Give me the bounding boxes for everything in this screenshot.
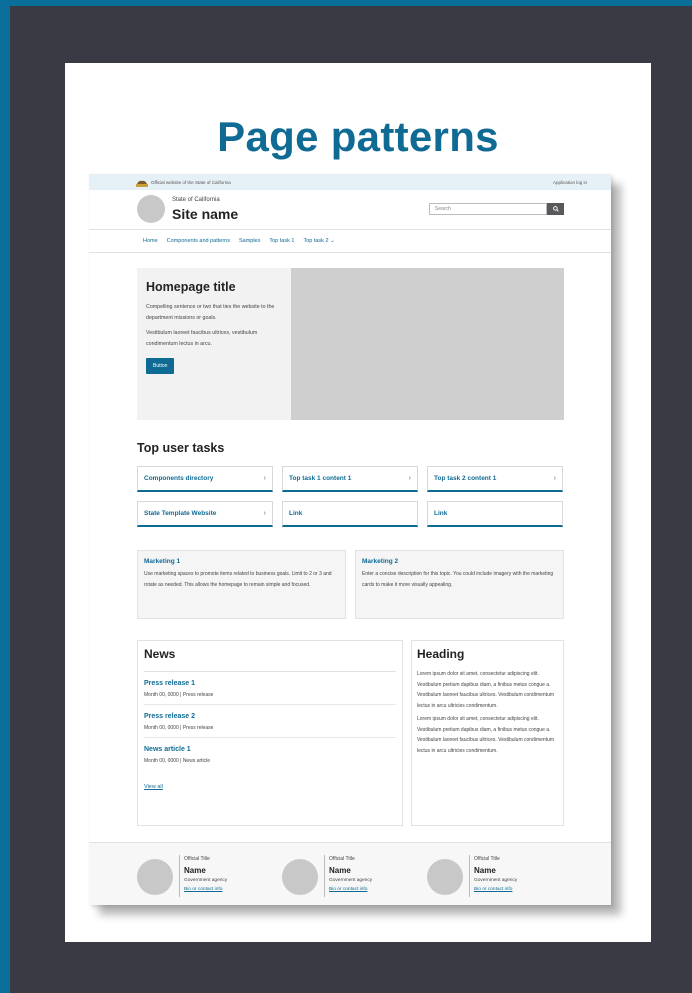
news-title: News [144,647,396,672]
news-item-meta: Month 00, 0000 | Press release [144,725,214,731]
official-agency: Government agency [329,878,373,883]
chevron-right-icon: › [263,510,266,517]
official-card: Official Title Name Government agency Bi… [427,853,567,899]
official-title: Official Title [474,856,500,862]
official-banner: Official website of the State of Califor… [89,174,611,190]
task-label: State Template Website [144,510,217,517]
california-bear-icon [136,180,148,187]
side-heading: Heading [417,647,465,661]
homepage-button[interactable]: Button [146,358,175,374]
marketing-card[interactable]: Marketing 1 Use marketing spaces to prom… [137,550,346,619]
site-header: State of California Site name Search [89,190,611,230]
news-panel: News Press release 1 Month 00, 0000 | Pr… [137,640,403,826]
logo-placeholder[interactable] [137,195,165,223]
side-paragraph: Lorem ipsum dolor sit amet, consectetur … [417,716,555,754]
nav-item-samples[interactable]: Samples [239,238,260,244]
search-button[interactable] [547,203,564,215]
task-label: Link [434,510,448,517]
official-title: Official Title [329,856,355,862]
avatar [282,859,318,895]
view-all-link[interactable]: View all [144,784,396,790]
official-card: Official Title Name Government agency Bi… [282,853,422,899]
search-placeholder: Search [435,206,451,212]
bio-link[interactable]: Bio or contact info [329,887,367,892]
search-icon [552,206,559,212]
officials-footer: Official Title Name Government agency Bi… [89,842,611,905]
official-card: Official Title Name Government agency Bi… [137,853,277,899]
poster-title: Page patterns [217,113,499,160]
official-name: Name [474,866,496,875]
marketing-text: Enter a concise description for this top… [362,571,554,588]
avatar [137,859,173,895]
task-link[interactable]: Top task 1 content 1 › [282,466,418,492]
chevron-down-icon: ⌄ [330,238,335,244]
nav-item-top-task-2[interactable]: Top task 2 ⌄ [303,238,334,244]
nav-item-top-task-1[interactable]: Top task 1 [269,238,294,244]
official-agency: Government agency [474,878,518,883]
news-item-meta: Month 00, 0000 | News article [144,758,211,764]
news-item-title: Press release 2 [144,713,195,720]
task-link[interactable]: State Template Website › [137,501,273,527]
divider [324,855,325,897]
chevron-right-icon: › [263,475,266,482]
search-input[interactable]: Search [429,203,547,215]
chevron-right-icon: › [408,475,411,482]
list-item[interactable]: Press release 2 Month 00, 0000 | Press r… [144,705,396,738]
poster-card: Page patterns Official website of the St… [65,63,651,942]
avatar [427,859,463,895]
marketing-title: Marketing 1 [144,558,181,565]
page-mockup: Official website of the State of Califor… [89,174,611,905]
site-name[interactable]: Site name [172,206,238,222]
divider [469,855,470,897]
task-link[interactable]: Components directory › [137,466,273,492]
bio-link[interactable]: Bio or contact info [184,887,222,892]
bio-link[interactable]: Bio or contact info [474,887,512,892]
login-link[interactable]: Application log in [553,180,587,185]
heading-panel: Heading Lorem ipsum dolor sit amet, cons… [411,640,564,826]
nav-item-components[interactable]: Components and patterns [167,238,230,244]
official-agency: Government agency [184,878,228,883]
chevron-right-icon: › [553,475,556,482]
marketing-card[interactable]: Marketing 2 Enter a concise description … [355,550,564,619]
task-label: Link [289,510,303,517]
list-item[interactable]: News article 1 Month 00, 0000 | News art… [144,738,396,770]
side-paragraph: Lorem ipsum dolor sit amet, consectetur … [417,671,555,709]
official-title: Official Title [184,856,210,862]
task-link[interactable]: Link [427,501,563,527]
marketing-title: Marketing 2 [362,558,399,565]
homepage-text-2: Vestibulum laoreet faucibus ultrices, ve… [146,330,258,347]
state-name: State of California [172,197,220,203]
news-item-meta: Month 00, 0000 | Press release [144,692,214,698]
official-name: Name [184,866,206,875]
main-nav: Home Components and patterns Samples Top… [89,230,611,253]
task-link[interactable]: Top task 2 content 1 › [427,466,563,492]
nav-item-top-task-2-label: Top task 2 [303,238,329,244]
hero-image-placeholder [291,268,564,420]
task-link[interactable]: Link [282,501,418,527]
list-item[interactable]: Press release 1 Month 00, 0000 | Press r… [144,672,396,705]
nav-item-home[interactable]: Home [143,238,158,244]
homepage-title: Homepage title [146,280,236,294]
homepage-text-1: Compelling sentence or two that ties the… [146,304,275,321]
official-name: Name [329,866,351,875]
top-user-tasks-title: Top user tasks [137,441,225,455]
homepage-hero: Homepage title Compelling sentence or tw… [137,268,564,420]
task-label: Top task 1 content 1 [289,475,352,482]
news-item-title: Press release 1 [144,680,195,687]
divider [179,855,180,897]
task-label: Components directory [144,475,214,482]
marketing-text: Use marketing spaces to promote items re… [144,571,332,588]
official-website-text: Official website of the State of Califor… [151,179,231,185]
news-item-title: News article 1 [144,746,191,753]
task-label: Top task 2 content 1 [434,475,497,482]
